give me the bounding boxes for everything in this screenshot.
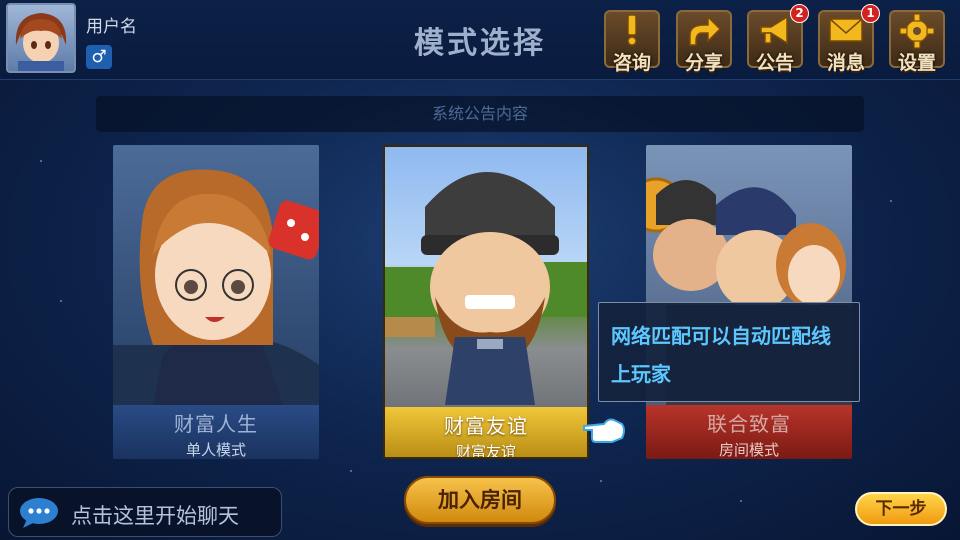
friendship-mode-footer: 财富友谊 财富友谊 <box>385 407 587 459</box>
solo-mode-artwork <box>113 145 319 405</box>
alliance-mode-subtitle: 房间模式 <box>718 441 779 459</box>
friendship-mode-artwork <box>385 147 587 407</box>
messages-label: 消息 <box>826 52 865 74</box>
chat-bubble-icon <box>20 498 58 528</box>
male-gender-icon: ♂ <box>86 45 112 69</box>
share-arrow-icon <box>689 15 722 46</box>
avatar[interactable] <box>6 3 76 73</box>
mode-card-solo[interactable]: 财富人生 单人模式 <box>113 145 319 459</box>
share-button[interactable]: 分享 <box>676 10 732 74</box>
system-notice-bar: 系统公告内容 <box>96 96 864 132</box>
consult-button[interactable]: 咨询 <box>604 10 660 74</box>
join-room-button[interactable]: 加入房间 <box>404 476 556 524</box>
settings-button[interactable]: 设置 <box>889 10 945 74</box>
announcement-badge: 2 <box>790 4 809 23</box>
exclamation-icon <box>627 14 637 46</box>
alliance-mode-footer: 联合致富 房间模式 <box>646 405 852 459</box>
mode-tooltip: 网络匹配可以自动匹配线上玩家 <box>598 302 860 402</box>
megaphone-icon <box>760 15 788 45</box>
chat-input[interactable]: 点击这里开始聊天 <box>8 487 282 537</box>
settings-label: 设置 <box>897 52 936 74</box>
alliance-mode-title: 联合致富 <box>707 412 791 436</box>
envelope-icon <box>829 18 863 42</box>
messages-button[interactable]: 消息 1 <box>818 4 880 74</box>
username: 用户名 <box>86 17 137 37</box>
friendship-mode-title: 财富友谊 <box>444 414 528 438</box>
mode-card-friendship[interactable]: 财富友谊 财富友谊 <box>383 145 589 459</box>
announcement-button[interactable]: 公告 2 <box>747 4 809 74</box>
gear-icon <box>899 13 935 49</box>
solo-mode-subtitle: 单人模式 <box>185 441 246 459</box>
pointing-hand-icon <box>583 418 625 443</box>
page-title: 模式选择 <box>414 26 546 61</box>
announcement-label: 公告 <box>755 52 794 74</box>
next-step-button[interactable]: 下一步 <box>855 492 947 526</box>
chat-placeholder: 点击这里开始聊天 <box>71 504 239 528</box>
friendship-mode-subtitle: 财富友谊 <box>455 443 516 459</box>
solo-mode-title: 财富人生 <box>174 412 258 436</box>
consult-label: 咨询 <box>612 52 651 74</box>
top-bar: 用户名 ♂ 模式选择 咨询 分享 公告 2 消息 1 设置 <box>0 0 960 80</box>
share-label: 分享 <box>684 52 723 74</box>
messages-badge: 1 <box>861 4 880 23</box>
solo-mode-footer: 财富人生 单人模式 <box>113 405 319 459</box>
